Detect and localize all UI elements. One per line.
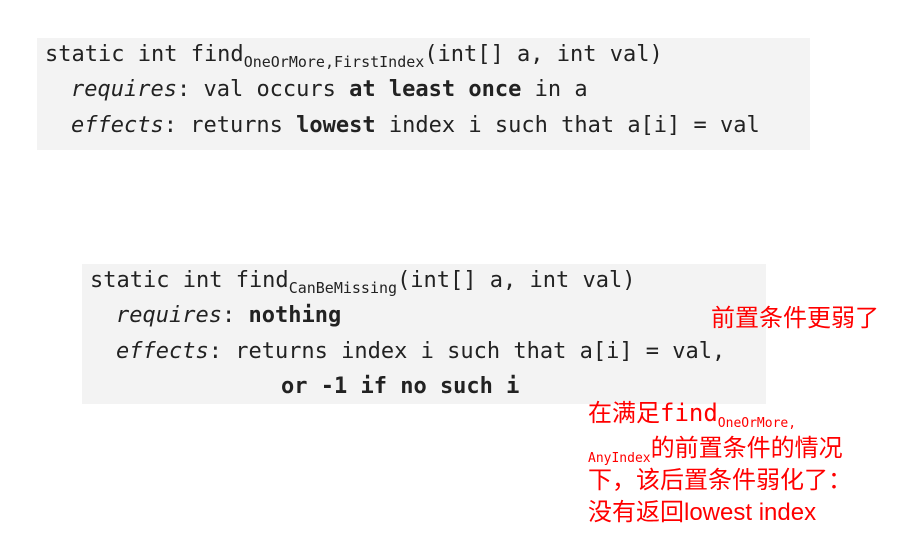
signature-first-index: static int findOneOrMore,FirstIndex(int[…	[45, 42, 663, 71]
requires-text: :	[221, 303, 249, 328]
note-line-1: 在满足findOneOrMore,	[588, 393, 796, 431]
effects-label: effects	[71, 113, 164, 138]
note-text: 在满足	[588, 399, 660, 427]
effects-emphasis: lowest	[296, 113, 376, 138]
requires-label: requires	[71, 77, 177, 102]
note-lowest-index: lowest index	[684, 499, 817, 526]
requires-label: requires	[116, 303, 222, 328]
sig-prefix: static int find	[45, 42, 244, 67]
effects-text: : returns index i such that a[i] = val,	[208, 339, 726, 364]
effects-text: : returns	[163, 113, 297, 138]
effects-continuation: or -1 if no such i	[281, 374, 520, 399]
effects-clause-can-be-missing: effects: returns index i such that a[i] …	[116, 339, 725, 364]
note-line-3: 下，该后置条件弱化了：	[588, 466, 852, 494]
requires-emphasis: nothing	[248, 303, 342, 328]
note-text: 没有返回	[588, 498, 684, 526]
requires-clause-first-index: requires: val occurs at least once in a	[71, 77, 588, 102]
note-line-2: AnyIndex的前置条件的情况	[588, 428, 843, 466]
spec-box-can-be-missing: static int findCanBeMissing(int[] a, int…	[82, 264, 766, 404]
note-line-4: 没有返回lowest index	[588, 492, 816, 527]
weaker-precondition-note: 前置条件更弱了	[711, 304, 879, 332]
effects-label: effects	[116, 339, 209, 364]
effects-clause-first-index: effects: returns lowest index i such tha…	[71, 113, 760, 138]
note-find-code: find	[660, 399, 718, 427]
requires-text: : val occurs	[176, 77, 350, 102]
sig-subscript: OneOrMore,FirstIndex	[243, 53, 425, 71]
sig-params: (int[] a, int val)	[397, 268, 636, 293]
requires-tail: in a	[521, 77, 588, 102]
signature-can-be-missing: static int findCanBeMissing(int[] a, int…	[90, 268, 636, 297]
effects-tail: index i such that a[i] = val	[375, 113, 760, 138]
sig-subscript: CanBeMissing	[288, 279, 398, 297]
note-text: 的前置条件的情况	[650, 434, 843, 462]
requires-clause-can-be-missing: requires: nothing	[116, 303, 341, 328]
sig-prefix: static int find	[90, 268, 289, 293]
sig-params: (int[] a, int val)	[424, 42, 663, 67]
requires-emphasis: at least once	[349, 77, 522, 102]
spec-box-first-index: static int findOneOrMore,FirstIndex(int[…	[37, 38, 810, 150]
